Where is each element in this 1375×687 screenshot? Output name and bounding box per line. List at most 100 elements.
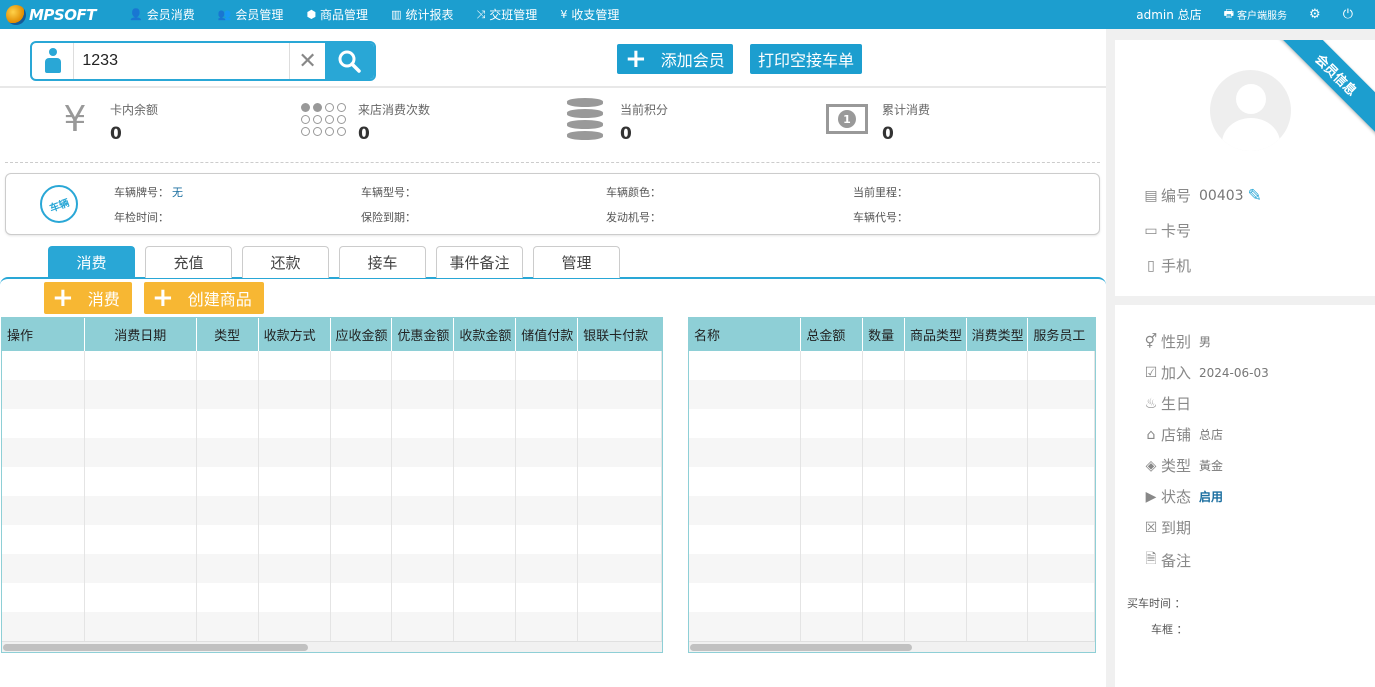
stat-label: 当前积分 bbox=[620, 103, 669, 117]
column-header[interactable]: 应收金额 bbox=[331, 318, 393, 351]
nav-item-finance-manage[interactable]: ¥ 收支管理 bbox=[560, 6, 619, 23]
column-header[interactable]: 名称 bbox=[689, 318, 802, 351]
avatar[interactable] bbox=[1210, 70, 1291, 151]
table-cell bbox=[801, 467, 864, 496]
column-header[interactable]: 优惠金额 bbox=[392, 318, 455, 351]
yen-icon: ¥ bbox=[63, 98, 87, 140]
member-note-row: 🗎 备注 bbox=[1142, 548, 1191, 572]
table-row[interactable] bbox=[689, 612, 1095, 641]
table-cell bbox=[905, 612, 967, 641]
stat-points: 当前积分 0 bbox=[560, 97, 668, 144]
table-row[interactable] bbox=[689, 409, 1095, 438]
column-header[interactable]: 数量 bbox=[863, 318, 905, 351]
client-service-link[interactable]: 🖶 客户端服务 bbox=[1224, 5, 1287, 24]
table-cell bbox=[1028, 554, 1095, 583]
nav-right: admin 总店 🖶 客户端服务 ⚙ ⏻ bbox=[1136, 0, 1375, 29]
tab-pickup[interactable]: 接车 bbox=[339, 246, 426, 278]
column-header[interactable]: 操作 bbox=[2, 318, 85, 351]
table-row[interactable] bbox=[2, 554, 662, 583]
table-cell bbox=[259, 438, 331, 467]
table-cell bbox=[392, 351, 455, 380]
table-row[interactable] bbox=[2, 438, 662, 467]
tab-manage[interactable]: 管理 bbox=[533, 246, 620, 278]
table-cell bbox=[863, 438, 905, 467]
tab-recharge[interactable]: 充值 bbox=[145, 246, 232, 278]
column-header[interactable]: 储值付款 bbox=[516, 318, 579, 351]
table-row[interactable] bbox=[2, 612, 662, 641]
nav-item-member-manage[interactable]: 👥 会员管理 bbox=[218, 6, 284, 23]
table-cell bbox=[905, 438, 967, 467]
consume-button[interactable]: + 消费 bbox=[44, 282, 132, 314]
nav-item-shift-manage[interactable]: ⤨ 交班管理 bbox=[476, 6, 537, 23]
table-row[interactable] bbox=[689, 554, 1095, 583]
table-cell bbox=[392, 438, 455, 467]
current-user[interactable]: admin 总店 bbox=[1136, 6, 1201, 23]
table-row[interactable] bbox=[2, 496, 662, 525]
column-header[interactable]: 类型 bbox=[197, 318, 259, 351]
table-row[interactable] bbox=[2, 409, 662, 438]
column-header[interactable]: 总金额 bbox=[801, 318, 864, 351]
type-value: 黃金 bbox=[1199, 459, 1224, 473]
table-cell bbox=[905, 554, 967, 583]
nav-item-member-consume[interactable]: 👤 会员消费 bbox=[129, 6, 195, 23]
pencil-icon[interactable]: ✎ bbox=[1248, 186, 1262, 206]
table-cell bbox=[197, 467, 259, 496]
add-member-button[interactable]: + 添加会员 bbox=[617, 44, 733, 74]
print-pickup-button[interactable]: 打印空接车单 bbox=[750, 44, 863, 74]
table-cell bbox=[331, 351, 393, 380]
table-row[interactable] bbox=[2, 583, 662, 612]
table-row[interactable] bbox=[689, 467, 1095, 496]
column-header[interactable]: 收款方式 bbox=[259, 318, 331, 351]
table-cell bbox=[259, 409, 331, 438]
nav-item-reports[interactable]: ▥ 统计报表 bbox=[391, 6, 453, 23]
table-row[interactable] bbox=[689, 351, 1095, 380]
column-header[interactable]: 服务员工 bbox=[1028, 318, 1095, 351]
search-button[interactable] bbox=[324, 43, 374, 79]
nav-label: 会员消费 bbox=[146, 8, 195, 22]
gender-value: 男 bbox=[1199, 335, 1212, 349]
vehicle-plate-label: 车辆牌号： bbox=[114, 186, 169, 199]
table-row[interactable] bbox=[689, 583, 1095, 612]
table-cell bbox=[454, 351, 517, 380]
logo[interactable]: MPSOFT bbox=[6, 4, 116, 25]
table-row[interactable] bbox=[2, 351, 662, 380]
stat-label: 来店消费次数 bbox=[358, 103, 431, 117]
create-product-button[interactable]: + 创建商品 bbox=[144, 282, 264, 314]
column-header[interactable]: 收款金额 bbox=[454, 318, 517, 351]
gender-icon: ⚥ bbox=[1144, 333, 1158, 350]
table-row[interactable] bbox=[2, 380, 662, 409]
vehicle-mileage: 当前里程： bbox=[853, 186, 908, 199]
table-cell bbox=[863, 380, 905, 409]
table-row[interactable] bbox=[689, 496, 1095, 525]
table-header: 操作 消费日期 类型 收款方式 应收金额 优惠金额 收款金额 储值付款 银联卡付… bbox=[2, 318, 662, 351]
column-header[interactable]: 消费日期 bbox=[85, 318, 197, 351]
table-cell bbox=[967, 351, 1029, 380]
table-cell bbox=[454, 438, 517, 467]
table-row[interactable] bbox=[689, 438, 1095, 467]
nav-item-product-manage[interactable]: ⬢ 商品管理 bbox=[306, 6, 368, 23]
tab-consume[interactable]: 消费 bbox=[48, 246, 135, 278]
table-cell bbox=[1028, 525, 1095, 554]
tab-event-notes[interactable]: 事件备注 bbox=[436, 246, 523, 278]
column-header[interactable]: 商品类型 bbox=[905, 318, 967, 351]
table-cell bbox=[863, 467, 905, 496]
table-cell bbox=[689, 438, 802, 467]
horizontal-scrollbar[interactable] bbox=[2, 641, 662, 652]
column-header[interactable]: 银联卡付款 bbox=[578, 318, 662, 351]
table-cell bbox=[454, 409, 517, 438]
horizontal-scrollbar[interactable] bbox=[689, 641, 1095, 652]
tab-repay[interactable]: 还款 bbox=[242, 246, 329, 278]
stat-visit-count: 来店消费次数 0 bbox=[298, 97, 430, 144]
power-icon[interactable]: ⏻ bbox=[1343, 7, 1353, 22]
table-row[interactable] bbox=[2, 525, 662, 554]
table-row[interactable] bbox=[689, 380, 1095, 409]
clear-icon[interactable]: ✕ bbox=[289, 43, 324, 79]
member-search-input[interactable] bbox=[74, 43, 290, 79]
table-row[interactable] bbox=[2, 467, 662, 496]
column-header[interactable]: 消费类型 bbox=[967, 318, 1029, 351]
table-row[interactable] bbox=[689, 525, 1095, 554]
gear-icon[interactable]: ⚙ bbox=[1309, 7, 1321, 22]
table-cell bbox=[801, 554, 864, 583]
table-cell bbox=[1028, 380, 1095, 409]
table-cell bbox=[967, 554, 1029, 583]
